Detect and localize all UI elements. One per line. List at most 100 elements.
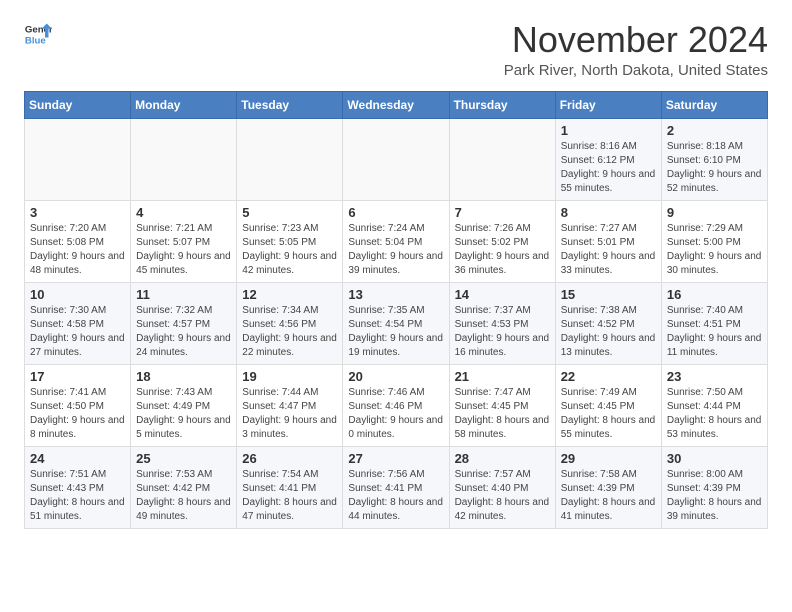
- day-info: Sunrise: 7:47 AM Sunset: 4:45 PM Dayligh…: [455, 386, 550, 442]
- calendar-day-header: Wednesday: [343, 91, 449, 118]
- calendar-cell: [131, 118, 237, 200]
- page-header: General Blue November 2024 Park River, N…: [24, 20, 768, 79]
- calendar-week-row: 10 Sunrise: 7:30 AM Sunset: 4:58 PM Dayli…: [25, 282, 768, 364]
- day-number: 28: [455, 451, 550, 466]
- day-info: Sunrise: 7:20 AM Sunset: 5:08 PM Dayligh…: [30, 222, 125, 278]
- day-info: Sunrise: 7:27 AM Sunset: 5:01 PM Dayligh…: [561, 222, 656, 278]
- day-number: 19: [242, 369, 337, 384]
- day-number: 29: [561, 451, 656, 466]
- day-number: 11: [136, 287, 231, 302]
- day-number: 4: [136, 205, 231, 220]
- day-number: 30: [667, 451, 762, 466]
- calendar-cell: [449, 118, 555, 200]
- calendar-cell: 4 Sunrise: 7:21 AM Sunset: 5:07 PM Daylig…: [131, 200, 237, 282]
- calendar-cell: 25 Sunrise: 7:53 AM Sunset: 4:42 PM Dayli…: [131, 446, 237, 528]
- calendar-cell: 8 Sunrise: 7:27 AM Sunset: 5:01 PM Daylig…: [555, 200, 661, 282]
- day-number: 20: [348, 369, 443, 384]
- calendar-table: SundayMondayTuesdayWednesdayThursdayFrid…: [24, 91, 768, 529]
- calendar-cell: 1 Sunrise: 8:16 AM Sunset: 6:12 PM Daylig…: [555, 118, 661, 200]
- calendar-cell: 7 Sunrise: 7:26 AM Sunset: 5:02 PM Daylig…: [449, 200, 555, 282]
- day-number: 6: [348, 205, 443, 220]
- day-number: 25: [136, 451, 231, 466]
- calendar-cell: 29 Sunrise: 7:58 AM Sunset: 4:39 PM Dayli…: [555, 446, 661, 528]
- calendar-cell: 17 Sunrise: 7:41 AM Sunset: 4:50 PM Dayli…: [25, 364, 131, 446]
- calendar-cell: 10 Sunrise: 7:30 AM Sunset: 4:58 PM Dayli…: [25, 282, 131, 364]
- day-info: Sunrise: 7:38 AM Sunset: 4:52 PM Dayligh…: [561, 304, 656, 360]
- day-info: Sunrise: 8:00 AM Sunset: 4:39 PM Dayligh…: [667, 468, 762, 524]
- calendar-cell: 16 Sunrise: 7:40 AM Sunset: 4:51 PM Dayli…: [661, 282, 767, 364]
- calendar-day-header: Friday: [555, 91, 661, 118]
- day-info: Sunrise: 7:50 AM Sunset: 4:44 PM Dayligh…: [667, 386, 762, 442]
- day-info: Sunrise: 7:53 AM Sunset: 4:42 PM Dayligh…: [136, 468, 231, 524]
- calendar-day-header: Thursday: [449, 91, 555, 118]
- day-info: Sunrise: 7:37 AM Sunset: 4:53 PM Dayligh…: [455, 304, 550, 360]
- calendar-week-row: 17 Sunrise: 7:41 AM Sunset: 4:50 PM Dayli…: [25, 364, 768, 446]
- calendar-cell: 18 Sunrise: 7:43 AM Sunset: 4:49 PM Dayli…: [131, 364, 237, 446]
- day-info: Sunrise: 7:46 AM Sunset: 4:46 PM Dayligh…: [348, 386, 443, 442]
- day-info: Sunrise: 8:16 AM Sunset: 6:12 PM Dayligh…: [561, 140, 656, 196]
- day-info: Sunrise: 7:43 AM Sunset: 4:49 PM Dayligh…: [136, 386, 231, 442]
- calendar-cell: [343, 118, 449, 200]
- calendar-cell: 26 Sunrise: 7:54 AM Sunset: 4:41 PM Dayli…: [237, 446, 343, 528]
- day-info: Sunrise: 7:30 AM Sunset: 4:58 PM Dayligh…: [30, 304, 125, 360]
- day-info: Sunrise: 7:44 AM Sunset: 4:47 PM Dayligh…: [242, 386, 337, 442]
- day-number: 24: [30, 451, 125, 466]
- calendar-cell: [25, 118, 131, 200]
- calendar-cell: 20 Sunrise: 7:46 AM Sunset: 4:46 PM Dayli…: [343, 364, 449, 446]
- day-info: Sunrise: 7:41 AM Sunset: 4:50 PM Dayligh…: [30, 386, 125, 442]
- day-info: Sunrise: 7:56 AM Sunset: 4:41 PM Dayligh…: [348, 468, 443, 524]
- day-number: 7: [455, 205, 550, 220]
- title-block: November 2024 Park River, North Dakota, …: [504, 20, 768, 79]
- calendar-cell: 21 Sunrise: 7:47 AM Sunset: 4:45 PM Dayli…: [449, 364, 555, 446]
- day-info: Sunrise: 7:51 AM Sunset: 4:43 PM Dayligh…: [30, 468, 125, 524]
- day-number: 8: [561, 205, 656, 220]
- day-number: 17: [30, 369, 125, 384]
- day-info: Sunrise: 7:21 AM Sunset: 5:07 PM Dayligh…: [136, 222, 231, 278]
- day-info: Sunrise: 7:49 AM Sunset: 4:45 PM Dayligh…: [561, 386, 656, 442]
- day-number: 13: [348, 287, 443, 302]
- logo-icon: General Blue: [24, 20, 52, 48]
- calendar-cell: 12Sunrise: 7:34 AM Sunset: 4:56 PM Dayli…: [237, 282, 343, 364]
- day-info: Sunrise: 7:57 AM Sunset: 4:40 PM Dayligh…: [455, 468, 550, 524]
- calendar-day-header: Saturday: [661, 91, 767, 118]
- calendar-cell: 11Sunrise: 7:32 AM Sunset: 4:57 PM Dayli…: [131, 282, 237, 364]
- day-info: Sunrise: 7:58 AM Sunset: 4:39 PM Dayligh…: [561, 468, 656, 524]
- calendar-cell: 22 Sunrise: 7:49 AM Sunset: 4:45 PM Dayli…: [555, 364, 661, 446]
- day-number: 1: [561, 123, 656, 138]
- day-number: 5: [242, 205, 337, 220]
- day-number: 22: [561, 369, 656, 384]
- calendar-day-header: Tuesday: [237, 91, 343, 118]
- day-info: Sunrise: 7:23 AM Sunset: 5:05 PM Dayligh…: [242, 222, 337, 278]
- day-number: 26: [242, 451, 337, 466]
- day-info: Sunrise: 7:29 AM Sunset: 5:00 PM Dayligh…: [667, 222, 762, 278]
- day-number: 16: [667, 287, 762, 302]
- location: Park River, North Dakota, United States: [504, 62, 768, 79]
- calendar-week-row: 3Sunrise: 7:20 AM Sunset: 5:08 PM Daylig…: [25, 200, 768, 282]
- calendar-day-header: Monday: [131, 91, 237, 118]
- day-number: 21: [455, 369, 550, 384]
- calendar-cell: 23 Sunrise: 7:50 AM Sunset: 4:44 PM Dayli…: [661, 364, 767, 446]
- calendar-cell: 2 Sunrise: 8:18 AM Sunset: 6:10 PM Daylig…: [661, 118, 767, 200]
- calendar-cell: 30 Sunrise: 8:00 AM Sunset: 4:39 PM Dayli…: [661, 446, 767, 528]
- day-number: 23: [667, 369, 762, 384]
- day-number: 18: [136, 369, 231, 384]
- calendar-cell: 5 Sunrise: 7:23 AM Sunset: 5:05 PM Daylig…: [237, 200, 343, 282]
- day-info: Sunrise: 7:24 AM Sunset: 5:04 PM Dayligh…: [348, 222, 443, 278]
- day-info: Sunrise: 7:35 AM Sunset: 4:54 PM Dayligh…: [348, 304, 443, 360]
- day-info: Sunrise: 8:18 AM Sunset: 6:10 PM Dayligh…: [667, 140, 762, 196]
- day-number: 2: [667, 123, 762, 138]
- calendar-cell: 14 Sunrise: 7:37 AM Sunset: 4:53 PM Dayli…: [449, 282, 555, 364]
- day-info: Sunrise: 7:40 AM Sunset: 4:51 PM Dayligh…: [667, 304, 762, 360]
- day-number: 14: [455, 287, 550, 302]
- calendar-header-row: SundayMondayTuesdayWednesdayThursdayFrid…: [25, 91, 768, 118]
- day-number: 10: [30, 287, 125, 302]
- calendar-cell: [237, 118, 343, 200]
- page-container: General Blue November 2024 Park River, N…: [0, 0, 792, 549]
- calendar-cell: 28 Sunrise: 7:57 AM Sunset: 4:40 PM Dayli…: [449, 446, 555, 528]
- calendar-week-row: 24 Sunrise: 7:51 AM Sunset: 4:43 PM Dayli…: [25, 446, 768, 528]
- calendar-day-header: Sunday: [25, 91, 131, 118]
- day-info: Sunrise: 7:54 AM Sunset: 4:41 PM Dayligh…: [242, 468, 337, 524]
- day-number: 27: [348, 451, 443, 466]
- day-info: Sunrise: 7:26 AM Sunset: 5:02 PM Dayligh…: [455, 222, 550, 278]
- calendar-cell: 24 Sunrise: 7:51 AM Sunset: 4:43 PM Dayli…: [25, 446, 131, 528]
